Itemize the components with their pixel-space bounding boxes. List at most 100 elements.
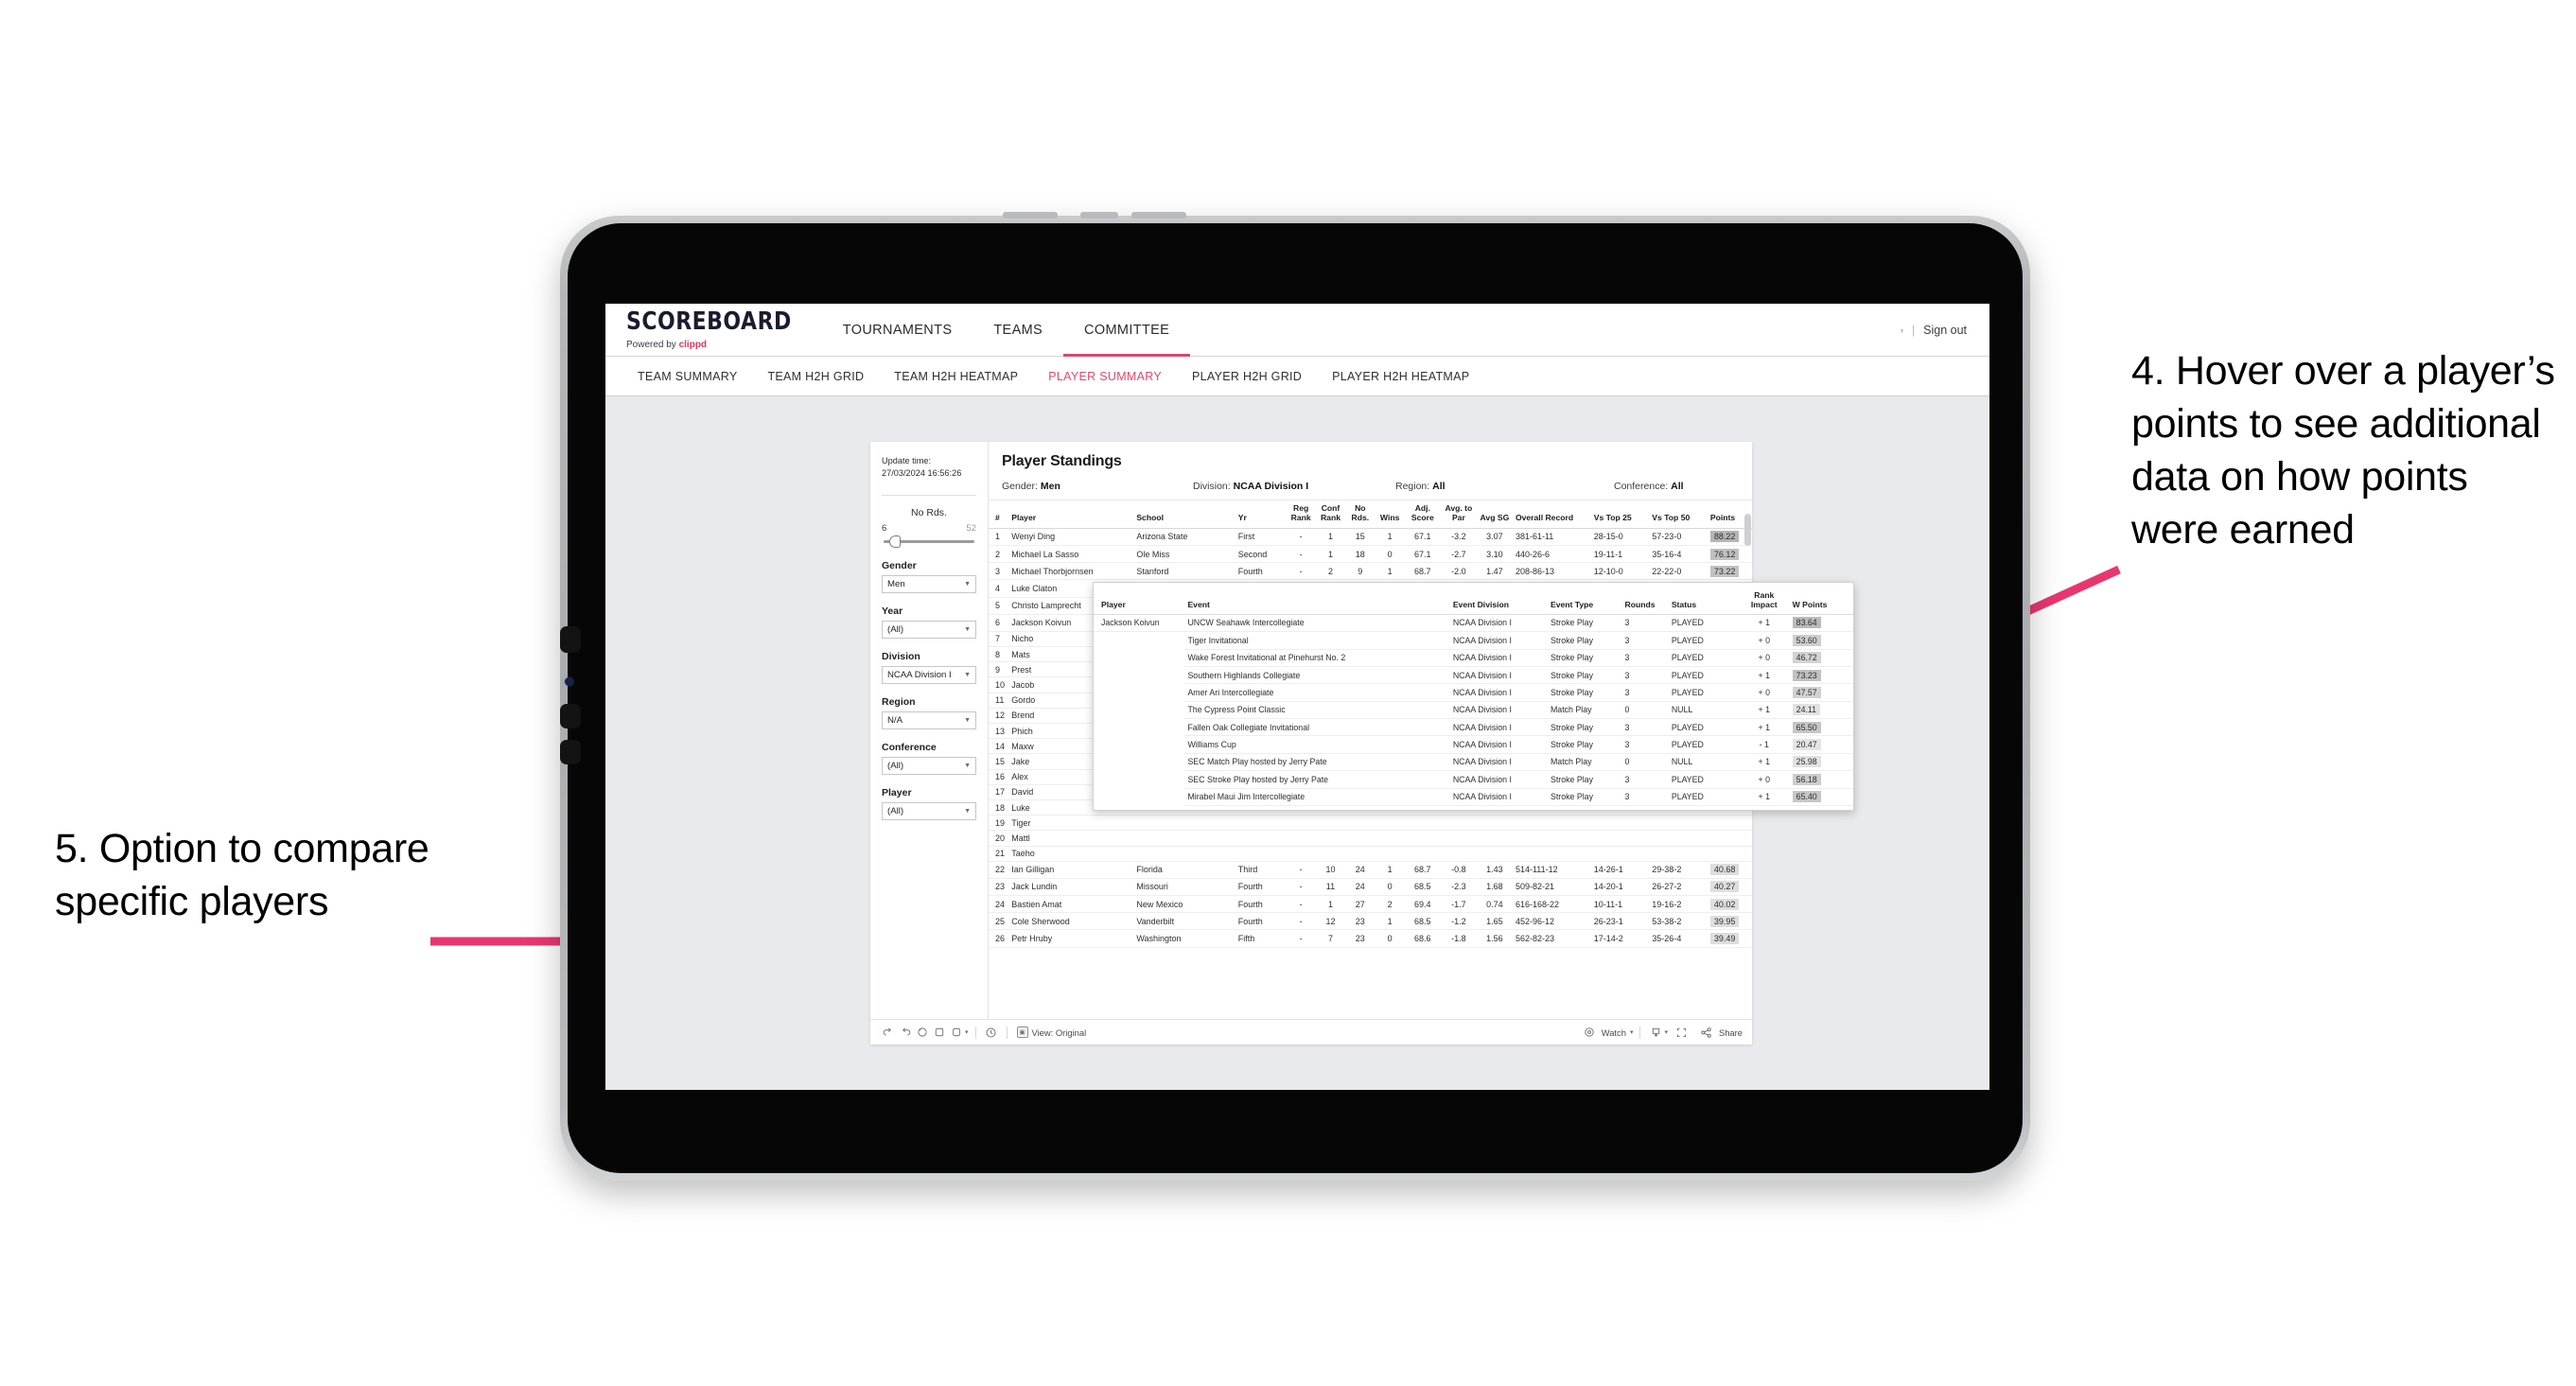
tooltip-cell-division: NCAA Division I (1449, 770, 1548, 789)
tab-player-summary[interactable]: PLAYER SUMMARY (1033, 370, 1177, 383)
filter-conference-select[interactable]: (All) ▼ (882, 756, 976, 775)
chevron-right-icon[interactable]: › (1901, 325, 1903, 335)
cell-n: 16 (989, 769, 1009, 785)
slider-handle[interactable] (889, 535, 901, 548)
chevron-down-icon[interactable]: ▾ (1664, 1028, 1668, 1036)
points-value[interactable]: 40.02 (1709, 898, 1740, 910)
panel-filter-summary: Gender: Men Division: NCAA Division I Re… (1002, 481, 1752, 492)
table-row[interactable]: 19 Tiger (989, 815, 1752, 832)
cell-n: 1 (989, 528, 1009, 546)
col-rank[interactable]: # (989, 500, 1009, 529)
cell-t50: 26-27-2 (1649, 878, 1708, 897)
cell-player: Michael La Sasso (1008, 545, 1134, 564)
table-row[interactable]: 24 Bastien Amat New Mexico Fourth -1 27 2 69.4-… (989, 895, 1752, 914)
cell-player: Taeho (1008, 846, 1134, 862)
points-value[interactable]: 88.22 (1709, 531, 1740, 543)
cell-sg (1476, 815, 1513, 832)
chevron-down-icon[interactable]: ▾ (965, 1028, 969, 1036)
col-conf-rank[interactable]: Conf Rank (1315, 500, 1346, 529)
points-value[interactable]: 40.68 (1709, 864, 1740, 876)
table-row[interactable]: 2 Michael La Sasso Ole Miss Second -1 18 0 67.1… (989, 545, 1752, 564)
cell-cr: 1 (1315, 545, 1346, 564)
points-value[interactable]: 39.49 (1709, 933, 1740, 945)
col-yr[interactable]: Yr (1235, 500, 1287, 529)
tooltip-wpoints-value: 56.18 (1792, 773, 1821, 785)
tab-player-h2h-grid[interactable]: PLAYER H2H GRID (1177, 370, 1317, 383)
table-row[interactable]: 20 Mattl (989, 830, 1752, 847)
tooltip-cell-rounds: 3 (1621, 683, 1669, 702)
pause-icon[interactable] (948, 1024, 965, 1041)
table-scrollbar-thumb[interactable] (1744, 514, 1751, 546)
cell-n: 2 (989, 545, 1009, 564)
filter-year-select[interactable]: (All) ▼ (882, 620, 976, 639)
filter-gender-select[interactable]: Men ▼ (882, 574, 976, 593)
watch-button[interactable]: Watch ▾ (1581, 1024, 1633, 1041)
cell-w: 0 (1375, 929, 1405, 948)
tab-team-h2h-heatmap[interactable]: TEAM H2H HEATMAP (879, 370, 1033, 383)
view-original-button[interactable]: ▣ View: Original (1016, 1026, 1086, 1038)
undo-icon[interactable] (880, 1024, 897, 1041)
sign-out-button[interactable]: Sign out (1923, 324, 1967, 337)
nav-item-teams[interactable]: TEAMS (973, 304, 1063, 356)
col-overall-record[interactable]: Overall Record (1512, 500, 1591, 529)
brand-subtitle-prefix: Powered by (626, 339, 679, 350)
tooltip-wpoints-value: 20.47 (1792, 739, 1821, 751)
col-school[interactable]: School (1133, 500, 1235, 529)
table-row[interactable]: 25 Cole Sherwood Vanderbilt Fourth -12 23 1 68.… (989, 912, 1752, 931)
col-avg-sg[interactable]: Avg SG (1476, 500, 1513, 529)
points-value[interactable]: 40.27 (1709, 881, 1740, 893)
cell-n: 22 (989, 861, 1009, 879)
tooltip-cell-wpoints: 47.57 (1789, 683, 1853, 702)
cell-w: 1 (1375, 912, 1405, 931)
cell-rec: 562-82-23 (1512, 929, 1591, 948)
share-button[interactable]: Share (1698, 1024, 1743, 1041)
table-row[interactable]: 22 Ian Gilligan Florida Third -10 24 1 68.7 -0.8… (989, 861, 1752, 879)
filter-division-select[interactable]: NCAA Division I ▼ (882, 665, 976, 684)
tooltip-wpoints-value: 65.40 (1792, 791, 1821, 803)
nav-item-committee[interactable]: COMMITTEE (1063, 304, 1191, 357)
no-rounds-slider[interactable]: No Rds. 6 52 (882, 507, 976, 548)
brand-logo[interactable]: SCOREBOARD Powered by clippd (605, 304, 807, 356)
table-row[interactable]: 1 Wenyi Ding Arizona State First -1 15 1 67.1 -3… (989, 528, 1752, 546)
revert-icon[interactable] (914, 1024, 931, 1041)
col-avg-to-par[interactable]: Avg. to Par (1440, 500, 1477, 529)
points-value[interactable]: 73.22 (1709, 565, 1740, 577)
col-wins[interactable]: Wins (1375, 500, 1405, 529)
points-value[interactable]: 76.12 (1709, 548, 1740, 560)
col-vs-top-50[interactable]: Vs Top 50 (1649, 500, 1708, 529)
filter-player-select[interactable]: (All) ▼ (882, 801, 976, 820)
download-icon[interactable] (1647, 1024, 1664, 1041)
cell-n: 6 (989, 614, 1009, 632)
redo-icon[interactable] (897, 1024, 914, 1041)
col-adj-score[interactable]: Adj. Score (1404, 500, 1441, 529)
tooltip-row: Southern Highlands Collegiate NCAA Divisi… (1094, 666, 1853, 685)
tooltip-cell-type: Match Play (1547, 753, 1622, 772)
cell-atp: -1.8 (1440, 929, 1477, 948)
tooltip-row: Fallen Oak Collegiate Invitational NCAA D… (1094, 718, 1853, 737)
fullscreen-icon[interactable] (1674, 1024, 1691, 1041)
filter-region-select[interactable]: N/A ▼ (882, 711, 976, 729)
nav-item-tournaments[interactable]: TOURNAMENTS (822, 304, 973, 356)
table-row[interactable]: 23 Jack Lundin Missouri Fourth -11 24 0 68.5 -2.… (989, 878, 1752, 897)
table-row[interactable]: 21 Taeho (989, 846, 1752, 862)
points-value[interactable]: 39.95 (1709, 915, 1740, 927)
tab-team-h2h-grid[interactable]: TEAM H2H GRID (752, 370, 879, 383)
clock-icon[interactable] (983, 1024, 1000, 1041)
tab-team-summary[interactable]: TEAM SUMMARY (622, 370, 752, 383)
summary-gender-label: Gender: (1002, 481, 1038, 492)
col-reg-rank[interactable]: Reg Rank (1286, 500, 1316, 529)
tooltip-cell-impact: + 1 (1738, 614, 1790, 633)
table-row[interactable]: 26 Petr Hruby Washington Fifth -7 23 0 68.6 -1.8… (989, 929, 1752, 948)
tooltip-wpoints-value: 65.50 (1792, 721, 1821, 733)
slider-track[interactable] (884, 535, 974, 548)
col-no-rds[interactable]: No Rds. (1345, 500, 1376, 529)
tooltip-cell-player (1094, 753, 1184, 770)
cell-adj: 67.1 (1404, 528, 1441, 546)
table-row[interactable]: 3 Michael Thorbjornsen Stanford Fourth -2 9 1 6… (989, 562, 1752, 581)
toolbar-divider-2 (1006, 1026, 1008, 1039)
tab-player-h2h-heatmap[interactable]: PLAYER H2H HEATMAP (1317, 370, 1484, 383)
cell-t50: 57-23-0 (1649, 528, 1708, 546)
col-vs-top-25[interactable]: Vs Top 25 (1590, 500, 1650, 529)
refresh-icon[interactable] (931, 1024, 948, 1041)
col-player[interactable]: Player (1008, 500, 1134, 529)
